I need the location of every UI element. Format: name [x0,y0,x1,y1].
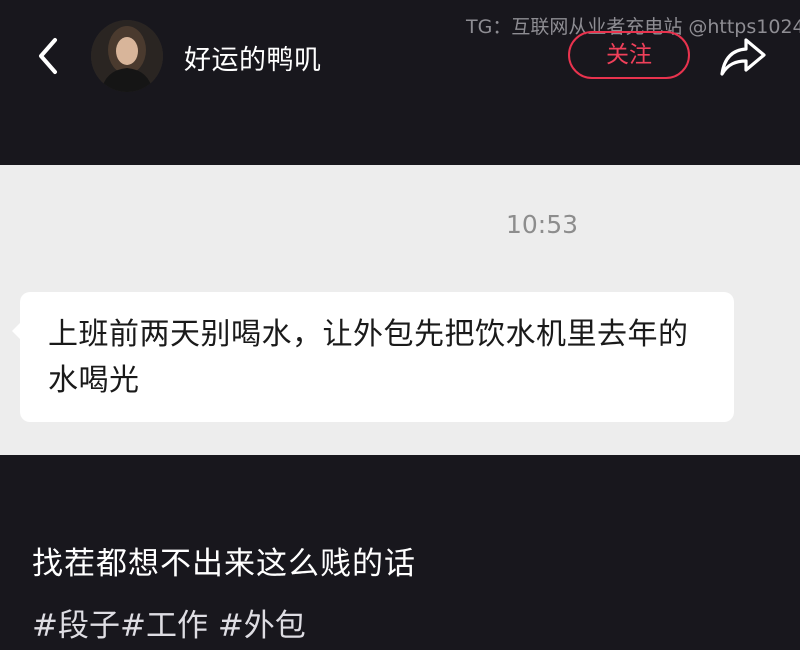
username[interactable]: 好运的鸭叽 [184,38,322,77]
message-text: 上班前两天别喝水，让外包先把饮水机里去年的水喝光 [48,317,689,398]
top-bar: 好运的鸭叽 TG：互联网从业者充电站 @https1024 关注 [0,0,800,165]
message-bubble: 上班前两天别喝水，让外包先把饮水机里去年的水喝光 [12,292,734,422]
back-button[interactable] [30,34,70,78]
hashtag[interactable]: #工作 [120,608,208,644]
chat-timestamp: 10:53 [506,210,579,239]
avatar[interactable] [91,20,163,92]
hashtag[interactable]: #段子 [32,608,120,644]
post-caption: 找茬都想不出来这么贱的话 [32,546,416,582]
hashtag-list: #段子#工作 #外包 [32,600,306,645]
share-button[interactable] [718,34,768,78]
share-arrow-icon [720,38,766,76]
chat-screenshot: 10:53 上班前两天别喝水，让外包先把饮水机里去年的水喝光 [0,165,800,455]
chevron-left-icon [39,38,57,74]
avatar-image [91,20,163,92]
follow-button[interactable]: 关注 [568,31,690,79]
hashtag[interactable]: #外包 [208,608,306,644]
